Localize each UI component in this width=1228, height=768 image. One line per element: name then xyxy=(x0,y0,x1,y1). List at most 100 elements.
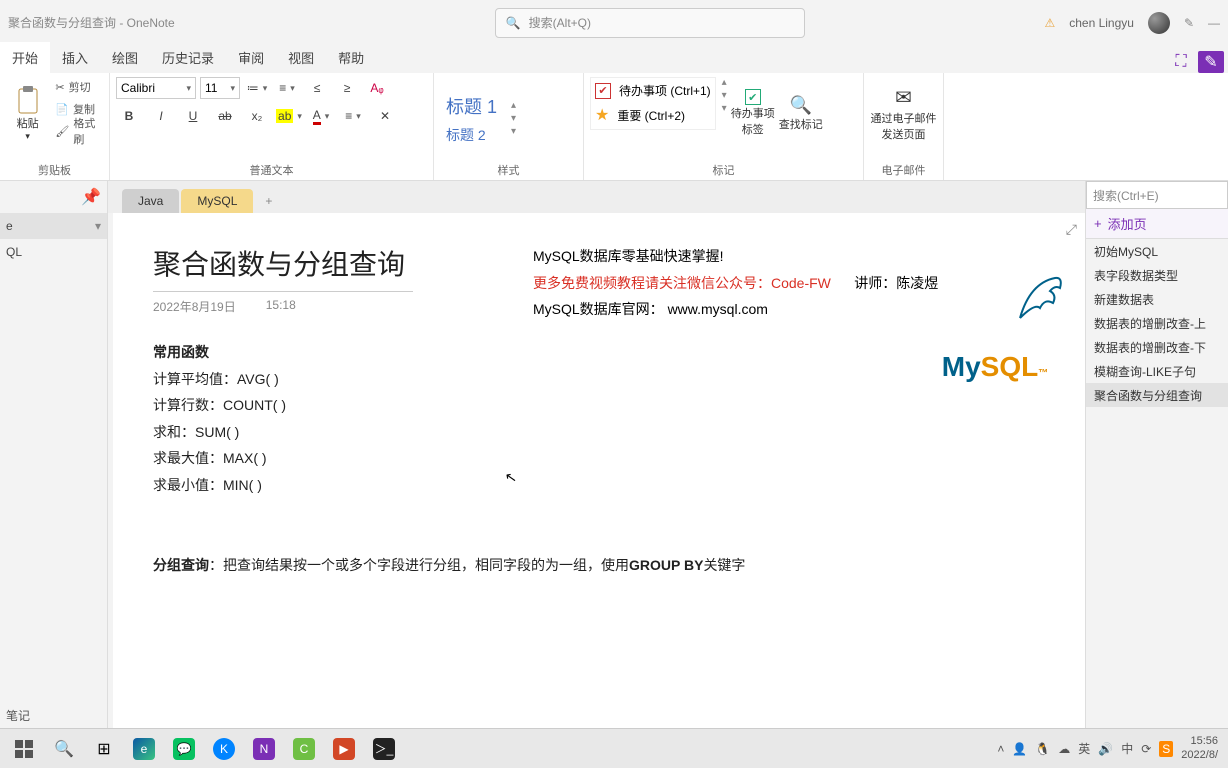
style-more-icon[interactable]: ▾ xyxy=(511,126,516,137)
pin-icon[interactable]: 📌 xyxy=(0,181,107,213)
ime-icon[interactable]: 英 xyxy=(1078,740,1090,757)
ime2-icon[interactable]: 中 xyxy=(1121,740,1133,757)
envelope-icon: ✉ xyxy=(895,85,912,110)
group-query-line: 分组查询：把查询结果按一个或多个字段进行分组，相同字段的为一组，使用GROUP … xyxy=(153,552,1045,579)
tag-important[interactable]: ★重要 (Ctrl+2) xyxy=(595,105,711,125)
tab-draw[interactable]: 绘图 xyxy=(100,42,150,73)
subscript-button[interactable]: x₂ xyxy=(244,105,270,127)
add-page-button[interactable]: +添加页 xyxy=(1086,209,1228,239)
tab-history[interactable]: 历史记录 xyxy=(150,42,226,73)
align-button[interactable]: ≡ xyxy=(340,105,366,127)
page-item[interactable]: 数据表的增删改查-下 xyxy=(1086,335,1228,359)
page-date: 2022年8月19日 xyxy=(153,298,236,315)
fullscreen-icon[interactable]: ⛶ xyxy=(1168,51,1194,73)
sound-icon[interactable]: 🔊 xyxy=(1098,742,1113,756)
ribbon-styles: 标题 1 标题 2 ▴ ▾ ▾ 样式 xyxy=(434,73,584,180)
page-title[interactable]: 聚合函数与分组查询 xyxy=(153,243,413,292)
todo-tags-button[interactable]: ✔ 待办事项标签 xyxy=(731,77,775,149)
sogou-icon[interactable]: S xyxy=(1159,741,1173,757)
bullets-button[interactable]: ≔ xyxy=(244,77,270,99)
tray-up-icon[interactable]: ˄ xyxy=(997,742,1004,756)
page-list: 搜索(Ctrl+E) +添加页 初始MySQL 表字段数据类型 新建数据表 数据… xyxy=(1085,181,1228,728)
numbering-button[interactable]: ≡ xyxy=(274,77,300,99)
tag-todo[interactable]: ✔待办事项 (Ctrl+1) xyxy=(595,82,711,99)
menubar: 开始 插入 绘图 历史记录 审阅 视图 帮助 ⛶ ✎ xyxy=(0,45,1228,73)
page-canvas[interactable]: ⤢ 聚合函数与分组查询 2022年8月19日 15:18 常用函数 计算平均值：… xyxy=(113,213,1085,728)
tab-mysql[interactable]: MySQL xyxy=(181,189,253,213)
style-heading2[interactable]: 标题 2 xyxy=(440,123,503,147)
ribbon-clipboard: 粘贴 ▾ ✂剪切 📄复制 🖌格式刷 剪贴板 xyxy=(0,73,110,180)
sync-icon[interactable]: ⟳ xyxy=(1141,742,1151,756)
font-color-button[interactable]: A xyxy=(308,105,334,127)
search-button[interactable]: 🔍 xyxy=(44,733,84,765)
qq-icon[interactable]: 🐧 xyxy=(1035,742,1050,756)
task-view-button[interactable]: ⊞ xyxy=(84,733,124,765)
cut-button[interactable]: ✂剪切 xyxy=(53,77,103,97)
star-icon: ★ xyxy=(595,105,609,125)
tab-help[interactable]: 帮助 xyxy=(326,42,376,73)
underline-button[interactable]: U xyxy=(180,105,206,127)
global-search[interactable]: 🔍 搜索(Alt+Q) xyxy=(495,8,805,38)
warning-icon[interactable]: ⚠ xyxy=(1044,16,1055,30)
email-page-button[interactable]: ✉ 通过电子邮件发送页面 xyxy=(870,77,937,149)
onedrive-icon[interactable]: ☁ xyxy=(1058,742,1070,756)
clear-format-button[interactable]: Aᵩ xyxy=(364,77,390,99)
terminal-app[interactable]: ＞_ xyxy=(364,733,404,765)
avatar[interactable] xyxy=(1148,12,1170,34)
page-item[interactable]: 新建数据表 xyxy=(1086,287,1228,311)
ppt-app[interactable]: ▶ xyxy=(324,733,364,765)
camtasia-app[interactable]: C xyxy=(284,733,324,765)
page-item[interactable]: 初始MySQL xyxy=(1086,239,1228,263)
style-heading1[interactable]: 标题 1 xyxy=(440,91,503,121)
expand-icon[interactable]: ⤢ xyxy=(1066,221,1077,238)
page-item[interactable]: 数据表的增删改查-上 xyxy=(1086,311,1228,335)
page-search[interactable]: 搜索(Ctrl+E) xyxy=(1086,181,1228,209)
tag-up-icon[interactable]: ▴ xyxy=(722,77,727,88)
tab-view[interactable]: 视图 xyxy=(276,42,326,73)
font-name-select[interactable]: Calibri xyxy=(116,77,196,99)
tab-review[interactable]: 审阅 xyxy=(226,42,276,73)
section-item[interactable]: QL xyxy=(0,239,107,265)
bold-button[interactable]: B xyxy=(116,105,142,127)
page-item[interactable]: 聚合函数与分组查询 xyxy=(1086,383,1228,407)
page-item[interactable]: 模糊查询-LIKE子句 xyxy=(1086,359,1228,383)
teacher-label: 讲师： xyxy=(854,275,896,291)
share-icon[interactable]: ✎ xyxy=(1198,51,1224,73)
start-button[interactable] xyxy=(4,733,44,765)
paste-button[interactable]: 粘贴 ▾ xyxy=(6,77,49,149)
outdent-button[interactable]: ≤ xyxy=(304,77,330,99)
tab-insert[interactable]: 插入 xyxy=(50,42,100,73)
pen-icon[interactable]: ✎ xyxy=(1184,16,1194,30)
style-down-icon[interactable]: ▾ xyxy=(511,113,516,124)
ribbon-email: ✉ 通过电子邮件发送页面 电子邮件 xyxy=(864,73,944,180)
strike-button[interactable]: ab xyxy=(212,105,238,127)
clock[interactable]: 15:56 2022/8/ xyxy=(1181,735,1218,761)
tag-down-icon[interactable]: ▾ xyxy=(722,90,727,101)
plus-icon: + xyxy=(1094,216,1102,231)
checkbox-icon: ✔ xyxy=(595,83,611,99)
wechat-app[interactable]: 💬 xyxy=(164,733,204,765)
notebook-nav: 📌 e ▾ QL 笔记 xyxy=(0,181,108,728)
notes-label[interactable]: 笔记 xyxy=(6,707,30,724)
tab-add[interactable]: + xyxy=(255,189,282,213)
indent-button[interactable]: ≥ xyxy=(334,77,360,99)
erase-button[interactable]: ✕ xyxy=(372,105,398,127)
tab-java[interactable]: Java xyxy=(122,189,179,213)
edge-app[interactable]: e xyxy=(124,733,164,765)
taskbar: 🔍 ⊞ e 💬 K N C ▶ ＞_ ˄ 👤 🐧 ☁ 英 🔊 中 ⟳ S 15:… xyxy=(0,728,1228,768)
italic-button[interactable]: I xyxy=(148,105,174,127)
onenote-app[interactable]: N xyxy=(244,733,284,765)
people-icon[interactable]: 👤 xyxy=(1012,742,1027,756)
style-up-icon[interactable]: ▴ xyxy=(511,100,516,111)
find-tags-button[interactable]: 🔍 查找标记 xyxy=(779,77,823,149)
notebook-item[interactable]: e ▾ xyxy=(0,213,107,239)
tab-home[interactable]: 开始 xyxy=(0,42,50,73)
format-painter-button[interactable]: 🖌格式刷 xyxy=(53,121,103,141)
highlight-button[interactable]: ab xyxy=(276,105,302,127)
font-size-select[interactable]: 11 xyxy=(200,77,240,99)
page-item[interactable]: 表字段数据类型 xyxy=(1086,263,1228,287)
tag-more-icon[interactable]: ▾ xyxy=(722,103,727,114)
kugou-app[interactable]: K xyxy=(204,733,244,765)
minimize-button[interactable]: — xyxy=(1208,16,1220,30)
page-content[interactable]: 常用函数 计算平均值：AVG( ) 计算行数：COUNT( ) 求和：SUM( … xyxy=(153,339,1045,578)
